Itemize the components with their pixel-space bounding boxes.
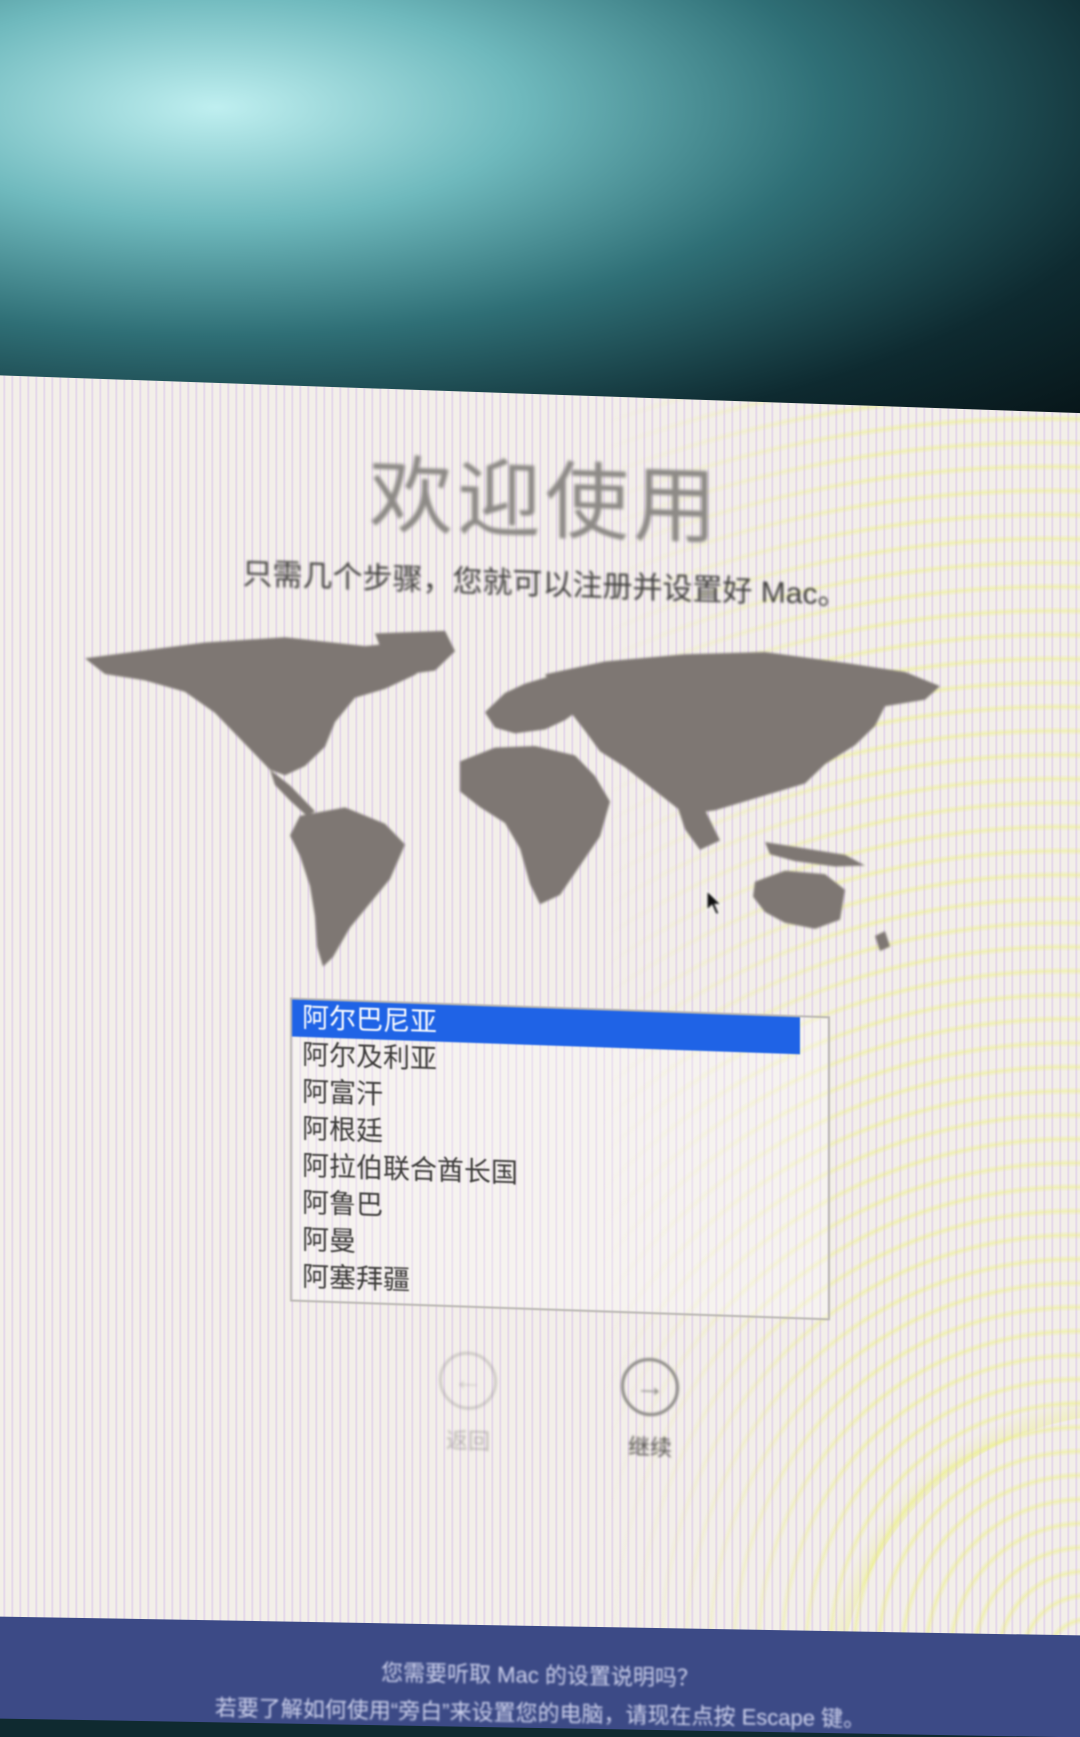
- photo-background: [0, 0, 1080, 430]
- new-zealand-shape: [875, 931, 890, 952]
- voiceover-hint-bar: 您需要听取 Mac 的设置说明吗？ 若要了解如何使用“旁白”来设置您的电脑，请现…: [0, 1616, 1080, 1737]
- arrow-right-icon: →: [621, 1357, 679, 1418]
- country-list[interactable]: 阿尔巴尼亚 阿尔及利亚 阿富汗 阿根廷 阿拉伯联合酋长国 阿鲁巴 阿曼 阿塞拜疆: [290, 997, 830, 1321]
- setup-assistant-window: 欢迎使用 只需几个步骤，您就可以注册并设置好 Mac。 阿尔巴尼亚 阿尔及利亚 …: [0, 375, 1080, 1704]
- south-america-shape: [290, 807, 405, 967]
- central-america-shape: [270, 769, 315, 817]
- indonesia-shape: [765, 842, 865, 867]
- world-map-image: [85, 618, 1015, 1030]
- arrow-left-icon: ←: [439, 1350, 497, 1411]
- australia-shape: [753, 870, 845, 929]
- back-button-label: 返回: [445, 1427, 490, 1455]
- africa-shape: [460, 746, 610, 905]
- back-button[interactable]: ← 返回: [408, 1350, 528, 1458]
- continue-button[interactable]: → 继续: [590, 1356, 710, 1464]
- mouse-pointer-icon: [706, 889, 723, 917]
- continue-button-label: 继续: [627, 1434, 672, 1461]
